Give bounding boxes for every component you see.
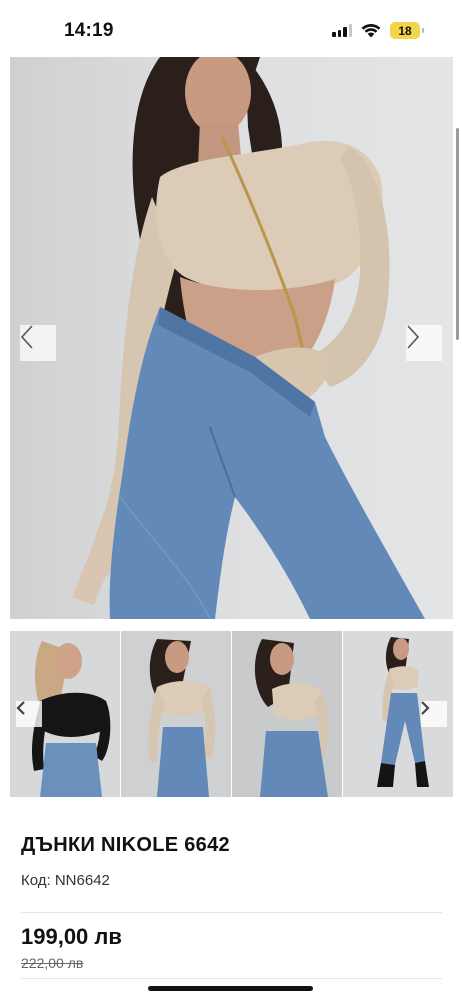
chevron-left-icon [20,325,33,349]
chevron-left-icon [16,701,25,715]
product-title: ДЪНКИ NIKOLE 6642 [21,834,230,856]
status-bar: 14:19 18 [0,0,462,56]
thumbnail-1[interactable] [10,631,120,797]
thumbnail-2-illustration [148,639,216,797]
battery-icon: 18 [390,22,424,39]
divider [21,912,442,913]
product-code: Код: NN6642 [21,872,110,889]
thumbnail-2[interactable] [121,631,231,797]
thumbnails-next-button[interactable] [421,701,447,727]
home-indicator[interactable] [148,986,313,991]
cellular-signal-icon [332,24,352,37]
chevron-right-icon [421,701,430,715]
product-price: 199,00 лв [21,924,122,949]
model-photo-illustration [72,57,426,619]
thumbnail-strip [10,631,453,797]
chevron-right-icon [407,325,420,349]
main-product-photo[interactable] [10,57,453,619]
thumbnail-3-illustration [254,639,329,797]
status-time: 14:19 [64,20,114,41]
prev-image-button[interactable] [20,325,56,361]
divider [21,978,442,979]
thumbnails-prev-button[interactable] [16,701,42,727]
wifi-icon [361,23,381,38]
next-image-button[interactable] [406,325,442,361]
scrollbar[interactable] [456,128,459,340]
product-old-price: 222,00 лв [21,955,84,971]
thumbnail-4[interactable] [343,631,453,797]
status-icons: 18 [332,22,424,39]
thumbnail-3[interactable] [232,631,342,797]
